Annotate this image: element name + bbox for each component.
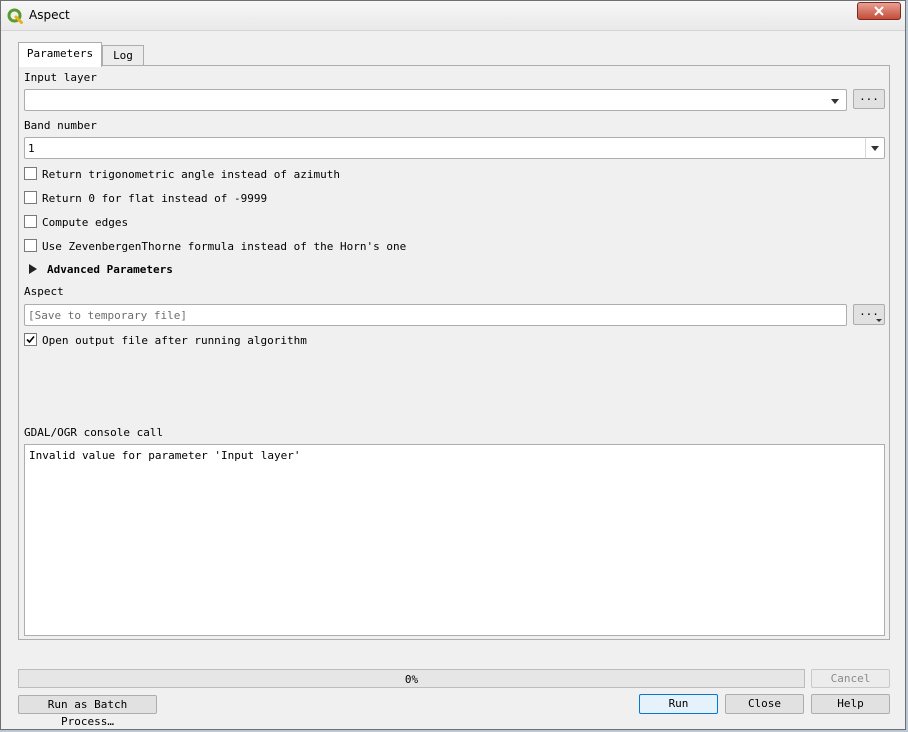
chevron-down-icon — [876, 319, 882, 322]
help-label: Help — [837, 697, 864, 710]
run-button[interactable]: Run — [639, 694, 718, 714]
tab-log-label: Log — [113, 49, 133, 62]
compute-edges-checkbox[interactable] — [24, 215, 37, 228]
browse-label: ... — [859, 305, 879, 318]
batch-process-button[interactable]: Run as Batch Process… — [18, 695, 157, 728]
progress-text: 0% — [404, 673, 419, 686]
advanced-parameters-label: Advanced Parameters — [47, 263, 173, 276]
console-call-textarea[interactable]: Invalid value for parameter 'Input layer… — [24, 444, 885, 636]
cancel-button[interactable]: Cancel — [811, 669, 890, 688]
console-call-label: GDAL/OGR console call — [24, 426, 164, 439]
input-layer-label: Input layer — [24, 71, 97, 84]
run-label: Run — [668, 697, 689, 710]
close-icon — [874, 6, 884, 16]
output-file-field[interactable]: [Save to temporary file] — [24, 304, 847, 326]
chevron-down-icon — [871, 146, 879, 151]
console-call-text: Invalid value for parameter 'Input layer… — [29, 449, 301, 462]
compute-edges-label: Compute edges — [42, 216, 129, 229]
aspect-dialog: Aspect Parameters Log Input layer ... Ba… — [0, 0, 906, 730]
window-close-button[interactable] — [857, 2, 901, 20]
trig-angle-checkbox[interactable] — [24, 167, 37, 180]
chevron-down-icon — [831, 99, 839, 104]
open-output-label: Open output file after running algorithm — [42, 334, 307, 347]
band-number-value: 1 — [28, 142, 35, 155]
output-placeholder: [Save to temporary file] — [28, 309, 187, 322]
batch-process-label: Run as Batch Process… — [47, 698, 128, 728]
tab-parameters-label: Parameters — [26, 47, 94, 60]
input-layer-combo[interactable] — [24, 89, 847, 111]
advanced-parameters-toggle[interactable]: Advanced Parameters — [28, 262, 228, 278]
open-output-checkbox[interactable] — [24, 333, 37, 346]
input-layer-browse-button[interactable]: ... — [853, 89, 885, 109]
checkmark-icon — [26, 335, 35, 344]
cancel-label: Cancel — [830, 672, 871, 685]
trig-angle-label: Return trigonometric angle instead of az… — [42, 168, 341, 181]
qgis-logo-icon — [7, 8, 23, 24]
progress-bar: 0% — [18, 669, 805, 688]
close-button[interactable]: Close — [725, 694, 804, 714]
title-bar: Aspect — [1, 1, 905, 31]
window-title: Aspect — [29, 8, 70, 22]
close-label: Close — [747, 697, 782, 710]
aspect-output-label: Aspect — [24, 285, 64, 298]
band-number-combo[interactable]: 1 — [24, 137, 885, 159]
tab-log[interactable]: Log — [102, 45, 144, 66]
parameters-panel: Input layer ... Band number 1 Return tri… — [18, 65, 890, 640]
zero-flat-label: Return 0 for flat instead of -9999 — [42, 192, 268, 205]
zevenbergen-checkbox[interactable] — [24, 239, 37, 252]
output-browse-button[interactable]: ... — [853, 304, 885, 325]
zevenbergen-label: Use ZevenbergenThorne formula instead of… — [42, 240, 407, 253]
tab-parameters[interactable]: Parameters — [18, 42, 102, 67]
browse-label: ... — [859, 90, 879, 103]
zero-flat-checkbox[interactable] — [24, 191, 37, 204]
triangle-right-icon — [29, 264, 37, 274]
help-button[interactable]: Help — [811, 694, 890, 714]
band-number-label: Band number — [24, 119, 97, 132]
combo-separator — [865, 138, 866, 158]
